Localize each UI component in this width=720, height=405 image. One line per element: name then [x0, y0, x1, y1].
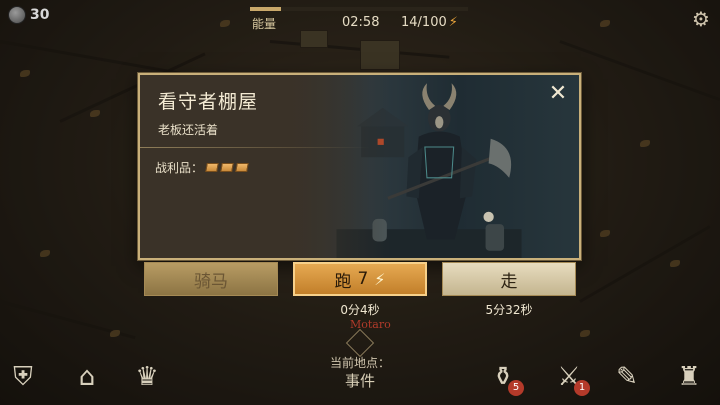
home-add-icon[interactable]: ⌂: [70, 360, 104, 394]
divider: [140, 147, 370, 148]
lightning-bolt-icon: ⚡: [374, 269, 386, 289]
loot-label: 战利品：: [155, 161, 204, 175]
coin-value: 30: [30, 7, 50, 23]
lightning-bolt-icon: ⚡: [448, 15, 458, 30]
bag-badge: 5: [508, 380, 524, 396]
energy-bar-fill: [250, 7, 281, 11]
ride-button-label: 骑马: [194, 271, 228, 292]
walk-button-label: 走: [500, 271, 518, 292]
scroll-icon[interactable]: ✎: [610, 360, 644, 394]
dialog-title: 看守者棚屋: [158, 91, 259, 113]
close-icon[interactable]: ✕: [547, 83, 569, 105]
gear-icon[interactable]: ⚙: [690, 8, 712, 30]
map-place-name: Motaro: [350, 318, 391, 331]
run-button-label: 跑: [334, 271, 352, 292]
energy-label: 能量: [252, 17, 277, 31]
ride-button[interactable]: 骑马: [144, 262, 278, 296]
walk-duration: 5分32秒: [485, 303, 533, 317]
energy-count-value: 14/100: [401, 15, 447, 30]
energy-count: 14/100 ⚡: [401, 15, 458, 30]
coin-counter: 30: [8, 6, 49, 24]
bag-icon[interactable]: ⚱ 5: [486, 360, 524, 396]
run-duration: 0分4秒: [340, 303, 380, 317]
run-button[interactable]: 跑 7 ⚡: [293, 262, 427, 296]
walk-button[interactable]: 走: [442, 262, 576, 296]
current-location-value: 事件: [344, 372, 375, 390]
loot-row: 战利品：: [155, 159, 249, 176]
crown-icon[interactable]: ♛: [130, 360, 164, 394]
current-location-label: 当前地点：: [329, 356, 390, 370]
map-badge: 1: [574, 380, 590, 396]
run-cost: 7: [357, 269, 369, 289]
coin-icon: [8, 6, 26, 24]
character-icon[interactable]: ♜: [672, 360, 706, 394]
location-dialog: 看守者棚屋 老板还活着 战利品： ✕: [138, 73, 581, 260]
energy-timer: 02:58: [342, 15, 380, 30]
clan-shields-icon[interactable]: ⛨: [6, 360, 40, 394]
loot-crate-icon: [235, 163, 249, 172]
loot-crate-icon: [220, 163, 234, 172]
loot-crate-icon: [205, 163, 219, 172]
dialog-subtitle: 老板还活着: [158, 123, 219, 137]
map-axe-icon[interactable]: ⚔ 1: [552, 360, 590, 396]
energy-bar: [250, 7, 468, 11]
